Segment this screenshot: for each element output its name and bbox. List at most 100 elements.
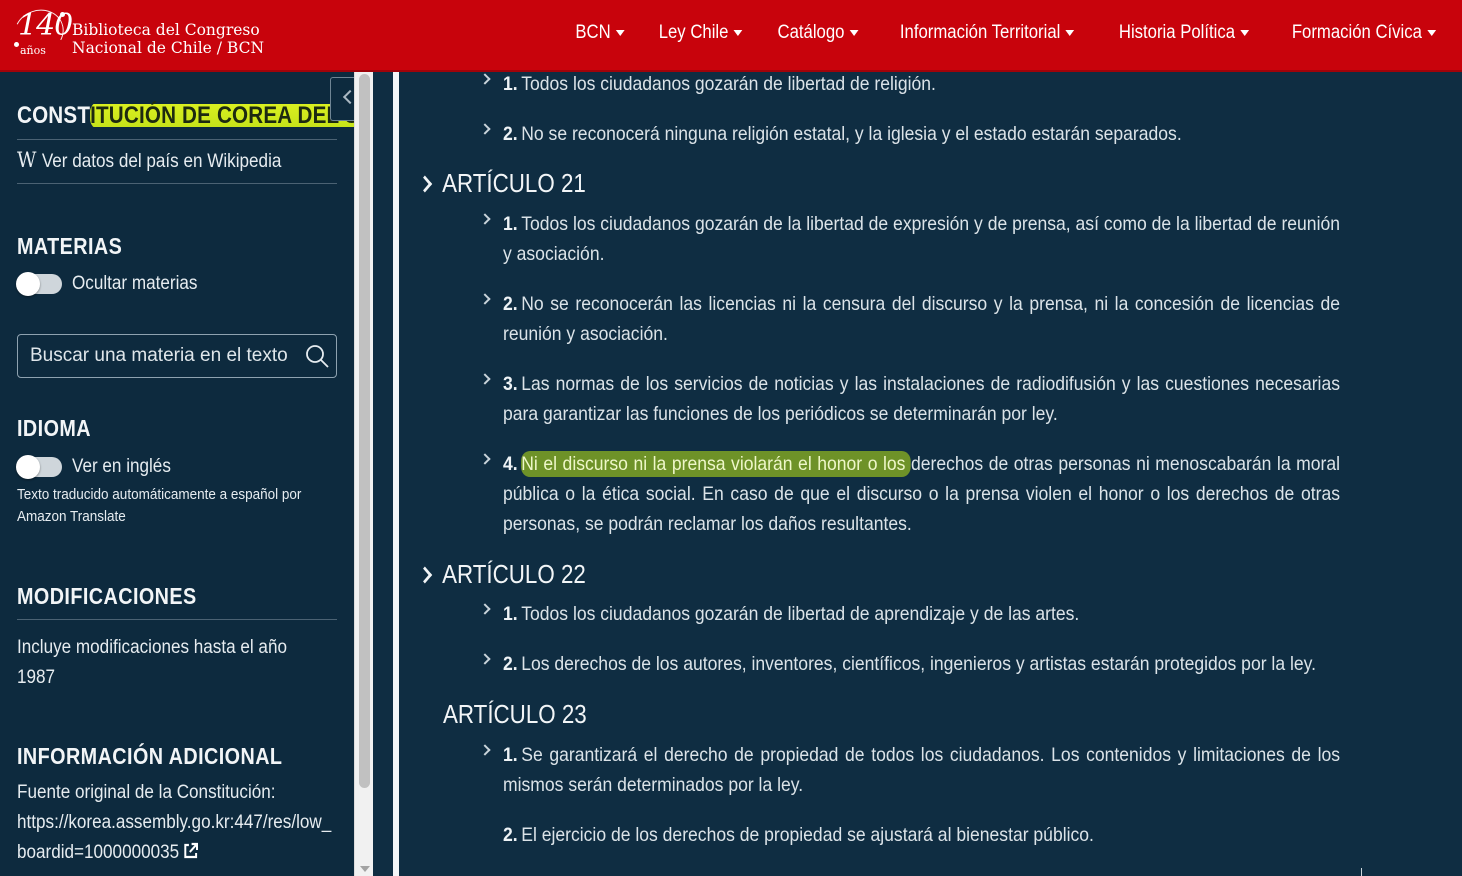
item-text: Todos los ciudadanos gozarán de libertad… xyxy=(521,603,1080,625)
chevron-right-icon xyxy=(479,73,491,85)
divider xyxy=(17,183,337,184)
caret-down-icon xyxy=(1427,30,1437,36)
scrollbar-thumb[interactable] xyxy=(359,74,370,788)
menu-catalogo[interactable]: Catálogo xyxy=(767,22,869,44)
external-link-icon[interactable] xyxy=(183,842,199,860)
item-text: No se reconocerá ninguna religión estata… xyxy=(521,123,1182,145)
country-title: CONSTITUCIÓN DE COREA DEL SUR xyxy=(17,102,354,130)
item-number: 1. xyxy=(503,603,518,625)
modificaciones-year: 1987 xyxy=(17,667,56,688)
fuente-link-line2[interactable]: boardid=1000000035 xyxy=(17,838,331,868)
wikipedia-link-label: Ver datos del país en Wikipedia xyxy=(41,151,282,172)
bcn-logo[interactable]: 140 años Biblioteca del Congreso Naciona… xyxy=(7,2,264,64)
chevron-right-icon xyxy=(479,603,491,615)
item-text: Se garantizará el derecho de propiedad d… xyxy=(503,744,1340,796)
modificaciones-text-line: Incluye modificaciones hasta el año xyxy=(17,637,287,658)
item-number: 2. xyxy=(503,123,518,145)
hide-materias-label: Ocultar materias xyxy=(72,273,198,294)
article-title: ARTÍCULO 22 xyxy=(442,559,586,589)
article-title: ARTÍCULO 21 xyxy=(442,168,586,198)
chevron-right-icon xyxy=(479,453,491,465)
english-toggle-row[interactable]: Ver en inglés xyxy=(16,455,182,479)
materia-search-box xyxy=(17,334,337,378)
menu-historia-politica[interactable]: Historia Política xyxy=(1108,22,1259,44)
chevron-right-icon xyxy=(479,213,491,225)
divider xyxy=(17,619,337,620)
country-title-highlight: ITUCIÓN DE COREA DEL SU xyxy=(90,102,354,129)
logo-anos: años xyxy=(20,44,46,57)
chevron-right-icon xyxy=(479,373,491,385)
item-text: Todos los ciudadanos gozarán de la liber… xyxy=(503,213,1340,265)
divider xyxy=(17,139,337,140)
article-22-heading[interactable]: ARTÍCULO 22 xyxy=(417,559,586,590)
chevron-right-icon xyxy=(479,653,491,665)
item-text: El ejercicio de los derechos de propieda… xyxy=(521,824,1094,846)
toggle-knob xyxy=(16,455,40,479)
chevron-right-icon xyxy=(479,744,491,756)
translation-note: Texto traducido automáticamente a españo… xyxy=(17,484,341,528)
item-text: Todos los ciudadanos gozarán de libertad… xyxy=(521,73,936,95)
sidebar-scrollbar[interactable] xyxy=(354,72,373,876)
gutter xyxy=(373,72,393,876)
caret-down-icon xyxy=(733,30,743,36)
article-title: ARTÍCULO 23 xyxy=(443,699,587,729)
item-text: Las normas de los servicios de noticias … xyxy=(503,373,1340,425)
sidebar: CONSTITUCIÓN DE COREA DEL SUR WVer datos… xyxy=(0,72,354,876)
hide-materias-toggle[interactable] xyxy=(16,272,62,296)
english-toggle[interactable] xyxy=(16,455,62,479)
item-number: 4. xyxy=(503,453,518,475)
article-21-heading[interactable]: ARTÍCULO 21 xyxy=(417,168,586,199)
item-number: 1. xyxy=(503,213,518,235)
item-number: 2. xyxy=(503,824,518,846)
chevron-right-icon xyxy=(479,123,491,135)
divider xyxy=(1361,868,1362,876)
chevron-right-icon xyxy=(479,293,491,305)
menu-ley-chile[interactable]: Ley Chile xyxy=(648,22,753,44)
article-23-heading[interactable]: ARTÍCULO 23 xyxy=(443,699,587,730)
fuente-label: Fuente original de la Constitución: xyxy=(17,782,276,803)
main-menu: BCN Ley Chile Catálogo Información Terri… xyxy=(560,22,1458,44)
menu-formacion-civica-label: Formación Cívica xyxy=(1292,22,1423,43)
logo-name-line2: Nacional de Chile / BCN xyxy=(72,39,265,57)
fuente-url-part2[interactable]: boardid=1000000035 xyxy=(17,842,179,863)
info-adicional-heading: INFORMACIÓN ADICIONAL xyxy=(17,743,283,769)
search-icon[interactable] xyxy=(304,343,330,369)
item-number: 1. xyxy=(503,73,518,95)
toggle-knob xyxy=(16,272,40,296)
materia-search-input[interactable] xyxy=(18,335,288,377)
caret-down-icon xyxy=(1240,30,1250,36)
item-text: No se reconocerán las licencias ni la ce… xyxy=(503,293,1340,345)
chevron-right-icon xyxy=(417,175,433,192)
top-navbar: 140 años Biblioteca del Congreso Naciona… xyxy=(0,0,1462,72)
fuente-block: Fuente original de la Constitución: http… xyxy=(17,778,331,868)
item-number: 2. xyxy=(503,653,518,675)
wikipedia-link[interactable]: W Ver datos del país en Wikipedia xyxy=(17,148,281,173)
caret-down-icon xyxy=(849,30,859,36)
translation-note-text: Texto traducido automáticamente a españo… xyxy=(17,486,302,503)
chevron-right-icon xyxy=(417,566,433,583)
modificaciones-heading: MODIFICACIONES xyxy=(17,583,197,609)
menu-informacion-territorial[interactable]: Información Territorial xyxy=(889,22,1085,44)
materias-heading: MATERIAS xyxy=(17,233,123,259)
scroll-down-arrow-icon[interactable] xyxy=(360,866,370,872)
caret-down-icon xyxy=(616,30,626,36)
caret-down-icon xyxy=(1065,30,1075,36)
menu-ley-chile-label: Ley Chile xyxy=(658,22,728,43)
fuente-link-line1[interactable]: https://korea.assembly.go.kr:447/res/low… xyxy=(17,808,331,838)
fuente-url-part1[interactable]: https://korea.assembly.go.kr:447/res/low… xyxy=(17,812,331,833)
logo-name-line1: Biblioteca del Congreso xyxy=(72,21,260,39)
english-label: Ver en inglés xyxy=(72,456,171,477)
item-number: 2. xyxy=(503,293,518,315)
translation-provider: Amazon Translate xyxy=(17,508,126,525)
menu-bcn[interactable]: BCN xyxy=(565,22,636,44)
logo-number: 140 xyxy=(18,8,73,43)
menu-formacion-civica[interactable]: Formación Cívica xyxy=(1281,22,1446,44)
hide-materias-toggle-row[interactable]: Ocultar materias xyxy=(16,272,211,296)
highlighted-text: Ni el discurso ni la prensa violarán el … xyxy=(521,451,911,477)
modificaciones-text: Incluye modificaciones hasta el año 1987 xyxy=(17,633,287,693)
item-text: Los derechos de los autores, inventores,… xyxy=(521,653,1316,675)
idioma-heading: IDIOMA xyxy=(17,415,92,441)
item-number: 3. xyxy=(503,373,518,395)
item-number: 1. xyxy=(503,744,518,766)
menu-historia-politica-label: Historia Política xyxy=(1119,22,1236,43)
